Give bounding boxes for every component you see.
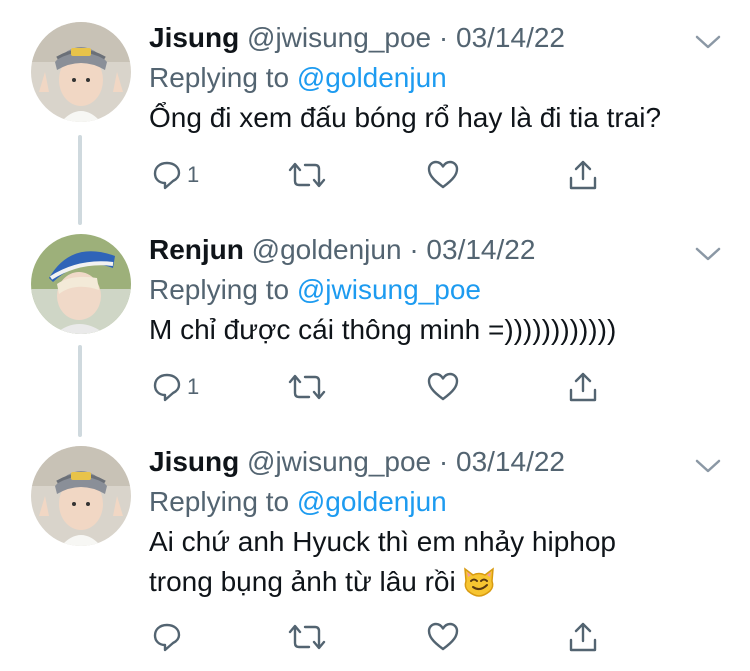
- retweet-icon: [288, 374, 326, 400]
- tweet-header: Renjun @goldenjun · 03/14/22: [149, 230, 535, 270]
- thread-line: [78, 135, 82, 225]
- display-name[interactable]: Renjun: [149, 234, 244, 265]
- heart-icon: [427, 160, 459, 189]
- avatar-jisung[interactable]: [31, 22, 131, 122]
- tweet-header: Jisung @jwisung_poe · 03/14/22: [149, 18, 565, 58]
- speech-bubble-icon: [153, 623, 181, 652]
- like-button[interactable]: [426, 369, 460, 405]
- display-name[interactable]: Jisung: [149, 446, 239, 477]
- share-button[interactable]: [567, 157, 599, 193]
- replying-label: Replying to: [149, 274, 290, 305]
- heart-icon: [427, 622, 459, 651]
- reply-button[interactable]: 1: [151, 369, 199, 405]
- smirking-cat-face-icon: [462, 565, 496, 608]
- reply-count: 1: [187, 374, 200, 399]
- reply-button[interactable]: 1: [151, 157, 199, 193]
- share-button[interactable]: [567, 619, 599, 655]
- user-handle[interactable]: @goldenjun: [252, 234, 402, 265]
- mention-link[interactable]: @goldenjun: [297, 62, 447, 93]
- chevron-down-icon[interactable]: [692, 242, 724, 266]
- mention-link[interactable]: @jwisung_poe: [297, 274, 481, 305]
- tweet-date[interactable]: · 03/14/22: [439, 22, 565, 53]
- speech-bubble-icon: [153, 373, 181, 402]
- tweet-text: M chỉ được cái thông minh =)))))))))))): [149, 314, 617, 345]
- chevron-down-icon[interactable]: [692, 454, 724, 478]
- tweet-text: Ổng đi xem đấu bóng rổ hay là đi tia tra…: [149, 102, 662, 133]
- replying-label: Replying to: [149, 62, 290, 93]
- replying-to: Replying to @jwisung_poe: [149, 270, 481, 310]
- tweet-text-line: Ai chứ anh Hyuck thì em nhảy hiphop: [149, 526, 617, 557]
- replying-to: Replying to @goldenjun: [149, 482, 447, 522]
- tweet-date[interactable]: · 03/14/22: [409, 234, 535, 265]
- retweet-button[interactable]: [287, 369, 327, 405]
- retweet-button[interactable]: [287, 157, 327, 193]
- tweet-text-line: trong bụng ảnh từ lâu rồi: [149, 562, 729, 608]
- speech-bubble-icon: [153, 161, 181, 190]
- thread-line: [78, 345, 82, 437]
- share-icon: [569, 160, 597, 190]
- retweet-button[interactable]: [287, 619, 327, 655]
- tweet-date[interactable]: · 03/14/22: [439, 446, 565, 477]
- display-name[interactable]: Jisung: [149, 22, 239, 53]
- replying-to: Replying to @goldenjun: [149, 58, 447, 98]
- like-button[interactable]: [426, 619, 460, 655]
- user-handle[interactable]: @jwisung_poe: [247, 22, 431, 53]
- mention-link[interactable]: @goldenjun: [297, 486, 447, 517]
- heart-icon: [427, 372, 459, 401]
- user-handle[interactable]: @jwisung_poe: [247, 446, 431, 477]
- avatar-jisung[interactable]: [31, 446, 131, 546]
- retweet-icon: [288, 162, 326, 188]
- tweet-actions: 1: [149, 369, 619, 405]
- tweet-text: Ai chứ anh Hyuck thì em nhảy hiphop tron…: [149, 522, 729, 608]
- share-icon: [569, 372, 597, 402]
- chevron-down-icon[interactable]: [692, 30, 724, 54]
- like-button[interactable]: [426, 157, 460, 193]
- reply-button[interactable]: [151, 619, 187, 655]
- tweet-actions: 1: [149, 157, 619, 193]
- tweet-header: Jisung @jwisung_poe · 03/14/22: [149, 442, 565, 482]
- share-button[interactable]: [567, 369, 599, 405]
- replying-label: Replying to: [149, 486, 290, 517]
- avatar-renjun[interactable]: [31, 234, 131, 334]
- tweet-actions: [149, 619, 619, 655]
- share-icon: [569, 622, 597, 652]
- retweet-icon: [288, 624, 326, 650]
- reply-count: 1: [187, 162, 200, 187]
